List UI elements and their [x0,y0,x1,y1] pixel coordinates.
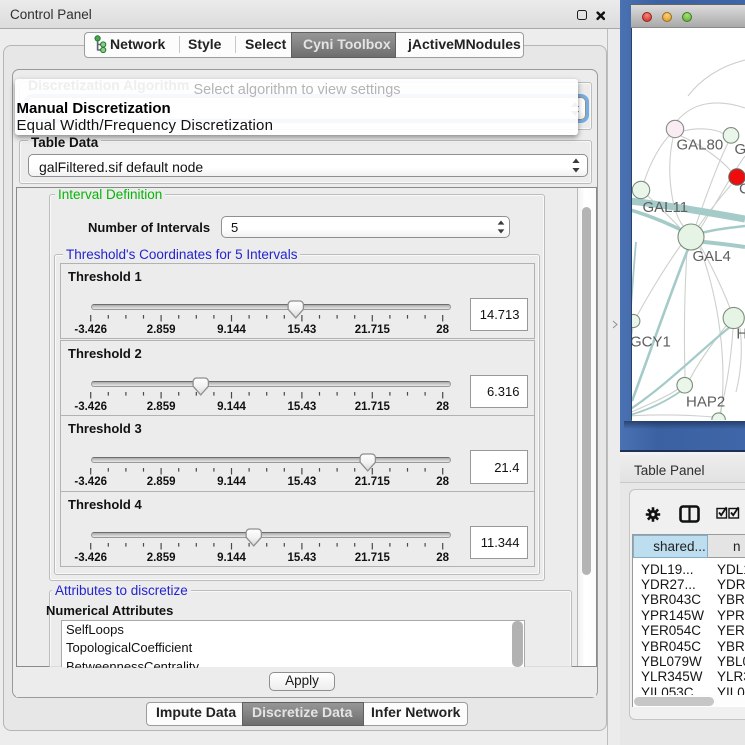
svg-text:GAL11: GAL11 [643,199,689,216]
svg-text:GAL4: GAL4 [693,248,731,265]
svg-text:H: H [736,326,745,343]
svg-text:GAL80: GAL80 [677,137,724,154]
svg-text:GCY1: GCY1 [632,333,671,350]
svg-text:C: C [739,181,745,198]
svg-text:G.: G. [735,141,745,158]
svg-text:HAP2: HAP2 [686,393,725,410]
